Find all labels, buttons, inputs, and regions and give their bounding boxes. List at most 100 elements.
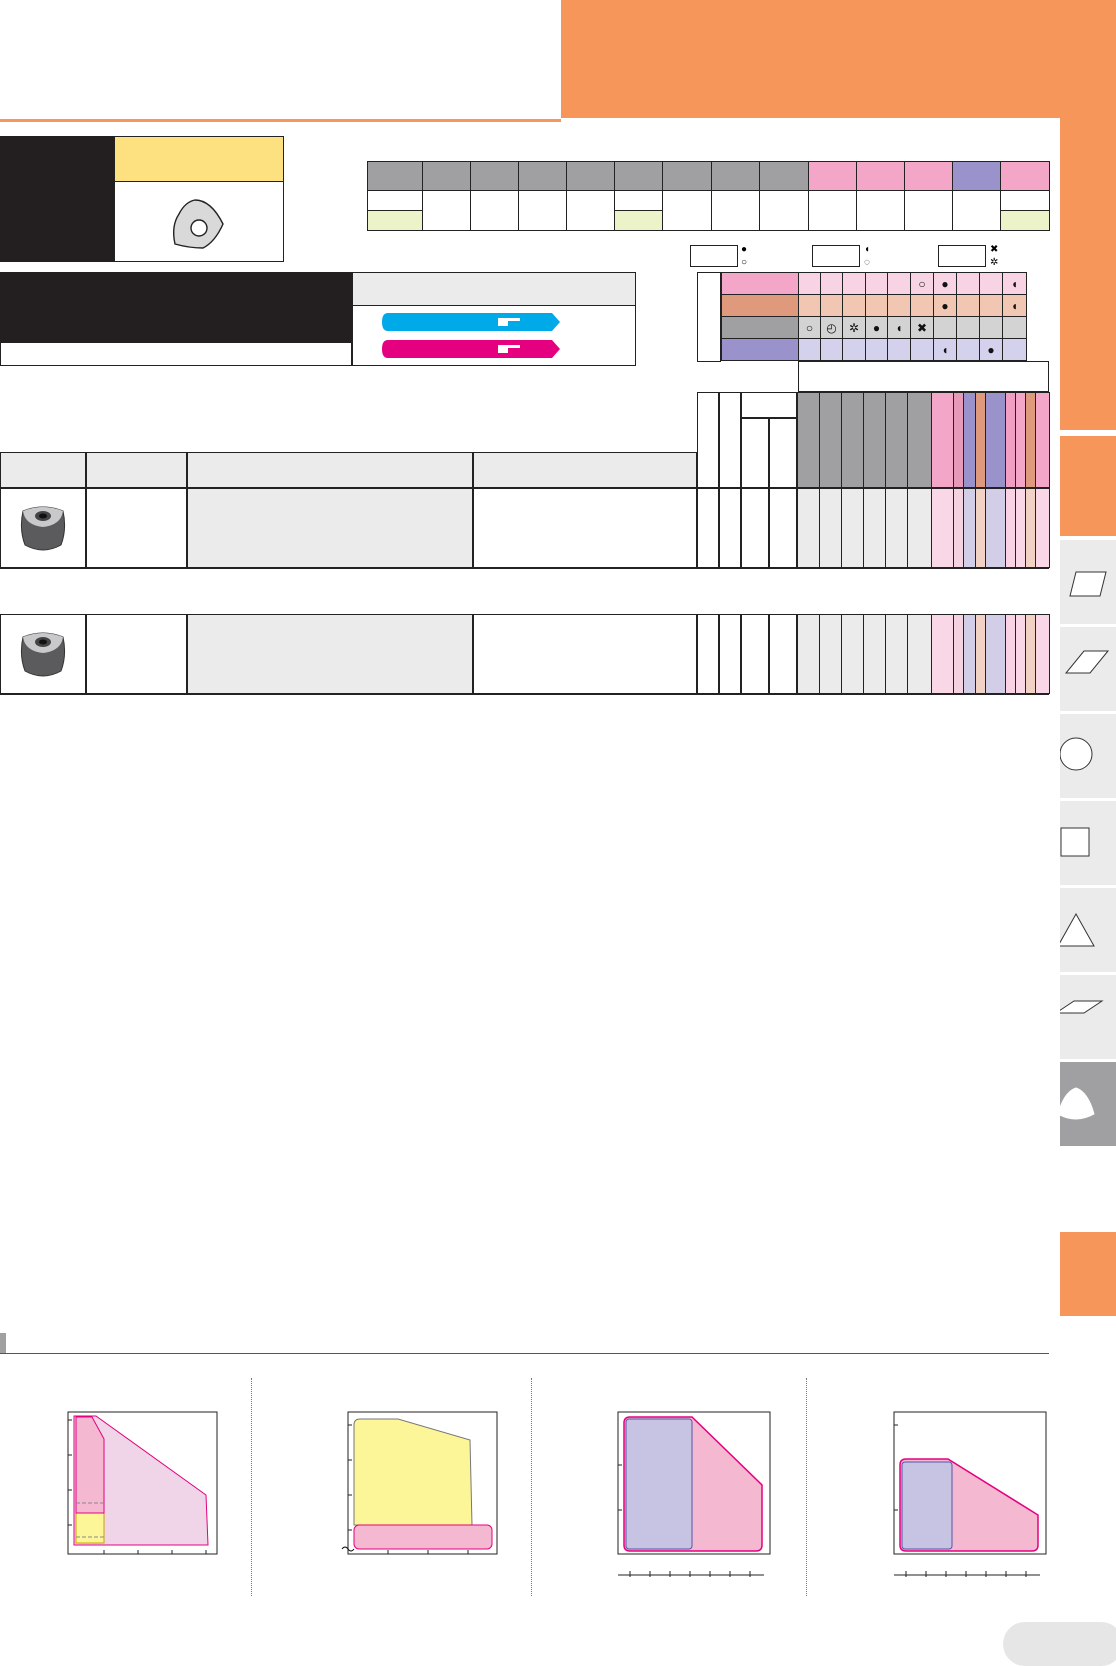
- side-tab-3[interactable]: [1059, 714, 1116, 798]
- grade-header-cell: [662, 161, 712, 191]
- chart-2-area-yellow: [353, 1418, 473, 1526]
- grade-value-cell: [759, 190, 809, 231]
- side-tab-orange-bottom[interactable]: [1060, 1232, 1116, 1316]
- application-chart-2: [341, 1411, 498, 1555]
- header-grade-column: [841, 392, 864, 488]
- side-tab-1[interactable]: [1060, 540, 1116, 624]
- row-bottom-rule: [0, 567, 1049, 569]
- material-symbol-cell: [1002, 338, 1027, 361]
- material-symbol-cell: ●: [933, 294, 957, 317]
- product-notes-cell: [473, 488, 697, 568]
- parallelogram-wide-icon: [1064, 650, 1110, 674]
- side-tab-active[interactable]: [1057, 1062, 1116, 1146]
- material-symbol-cell: [842, 294, 866, 317]
- grade-value-cell-highlight: [1000, 210, 1050, 231]
- product-dim-1: [697, 488, 719, 568]
- section-marker: [0, 1333, 6, 1353]
- cyan-link-button[interactable]: [382, 313, 560, 331]
- circle-icon: [1059, 737, 1093, 771]
- product-grade-cell: [931, 488, 954, 568]
- header-grade-column: [863, 392, 886, 488]
- grade-value-cell: [470, 190, 519, 231]
- material-row-label: [721, 316, 799, 339]
- square-icon: [1060, 827, 1090, 857]
- product-grade-cell: [885, 614, 908, 694]
- material-symbol-grid: ○ ● ◖ ● ◖ ○ ◴ ✲ ● ◖ ✖ ◖ ●: [697, 272, 1049, 392]
- info-black-block: [0, 272, 352, 342]
- product-description-cell: [187, 614, 473, 694]
- grade-header-cell: [711, 161, 760, 191]
- product-grade-cell: [931, 614, 954, 694]
- grade-value-cell: [662, 190, 712, 231]
- header-dim-3: [741, 418, 769, 488]
- grade-header-cell: [470, 161, 519, 191]
- material-symbol-cell: [798, 338, 821, 361]
- application-chart-4: [893, 1411, 1047, 1577]
- grade-header-cell: [952, 161, 1001, 191]
- material-symbol-cell: [956, 294, 980, 317]
- grade-header-table: [367, 161, 1050, 231]
- material-symbol-cell: [1002, 316, 1027, 339]
- grade-header-cell: [566, 161, 615, 191]
- grade-value-cell-highlight: [614, 210, 663, 231]
- material-symbol-cell: [820, 272, 843, 295]
- insert-photo-icon: [20, 506, 66, 551]
- header-grade-column: [885, 392, 908, 488]
- header-col-code: [86, 452, 187, 488]
- product-dim-3: [741, 488, 769, 568]
- material-symbol-cell: ○: [910, 272, 934, 295]
- product-dim-1: [697, 614, 719, 694]
- right-orange-strip: [1060, 118, 1116, 430]
- side-tab-6[interactable]: [1054, 975, 1116, 1059]
- grade-value-cell: [808, 190, 857, 231]
- header-col-notes: [473, 452, 697, 488]
- material-symbol-cell: [820, 294, 843, 317]
- side-tab-5[interactable]: [1057, 888, 1116, 972]
- material-symbol-cell: ◖: [933, 338, 957, 361]
- legend-box-1: [690, 245, 738, 267]
- material-symbol-cell: ✲: [842, 316, 866, 339]
- material-symbol-cell: [865, 272, 888, 295]
- material-symbol-cell: [887, 294, 911, 317]
- material-symbol-cell: [979, 272, 1003, 295]
- product-row-1: [0, 488, 1050, 569]
- section-rule: [0, 1353, 1049, 1354]
- magenta-link-button[interactable]: [382, 340, 560, 358]
- material-symbol-cell: [865, 338, 888, 361]
- grade-header-cell: [1000, 161, 1050, 191]
- material-symbol-cell: ●: [865, 316, 888, 339]
- header-orange-rule: [0, 119, 561, 122]
- product-dim-3: [741, 614, 769, 694]
- grade-value-cell: [422, 190, 471, 231]
- triangle-icon: [1057, 912, 1095, 947]
- info-panel-header: [353, 273, 635, 306]
- grade-value-cell: [952, 190, 1001, 231]
- product-grade-cell: [819, 488, 842, 568]
- legend-box-2: [812, 245, 860, 267]
- product-grade-cell: [907, 614, 932, 694]
- row-bottom-rule: [0, 693, 1049, 695]
- chart-2-area-pink: [353, 1524, 493, 1550]
- header-grade-column: [819, 392, 842, 488]
- product-grade-cell: [985, 488, 1006, 568]
- side-tab-2[interactable]: [1060, 627, 1116, 711]
- product-dim-2: [719, 614, 741, 694]
- material-symbol-cell: [798, 294, 821, 317]
- shape-box-header: [115, 137, 283, 182]
- product-grade-cell: [1035, 488, 1050, 568]
- product-grade-cell: [863, 488, 886, 568]
- shape-black-block: [0, 136, 114, 262]
- product-image-cell: [0, 614, 86, 694]
- product-grade-cell: [885, 488, 908, 568]
- side-tab-4[interactable]: [1060, 801, 1116, 885]
- side-tab-orange[interactable]: [1060, 436, 1116, 536]
- material-symbol-cell: [956, 272, 980, 295]
- material-note-strip: [798, 361, 1049, 392]
- product-grade-cell: [797, 614, 820, 694]
- material-symbol-cell: [979, 316, 1003, 339]
- grade-value-cell: [711, 190, 760, 231]
- material-symbol-cell: ●: [933, 272, 957, 295]
- material-symbol-cell: ◖: [1002, 272, 1027, 295]
- material-symbol-cell: [842, 338, 866, 361]
- material-row-label: [721, 338, 799, 361]
